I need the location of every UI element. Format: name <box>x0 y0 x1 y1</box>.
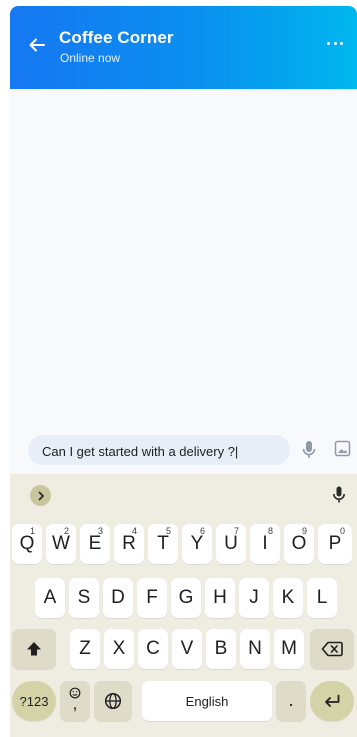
on-screen-keyboard: Q1 W2 E3 R4 T5 Y6 U7 I8 O9 P0 A S D F G … <box>10 474 357 737</box>
key-l[interactable]: L <box>307 578 337 618</box>
key-r[interactable]: R4 <box>114 524 144 564</box>
online-status: Online now <box>60 51 121 65</box>
key-v[interactable]: V <box>172 629 202 669</box>
key-a[interactable]: A <box>35 578 65 618</box>
language-key[interactable] <box>94 681 132 721</box>
key-c[interactable]: C <box>138 629 168 669</box>
key-m[interactable]: M <box>274 629 304 669</box>
key-i[interactable]: I8 <box>250 524 280 564</box>
message-input[interactable]: Can I get started with a delivery ?| <box>28 435 290 465</box>
key-e[interactable]: E3 <box>80 524 110 564</box>
key-n[interactable]: N <box>240 629 270 669</box>
key-g[interactable]: G <box>171 578 201 618</box>
keyboard-expand-icon[interactable] <box>30 485 51 506</box>
shift-icon <box>27 642 41 656</box>
key-t[interactable]: T5 <box>148 524 178 564</box>
backspace-key[interactable] <box>310 629 354 669</box>
key-y[interactable]: Y6 <box>182 524 212 564</box>
space-bar[interactable]: English <box>142 681 272 721</box>
message-list[interactable] <box>10 89 357 427</box>
enter-arrow-icon <box>325 694 340 707</box>
image-attach-icon[interactable] <box>334 440 351 457</box>
key-p[interactable]: P0 <box>318 524 352 564</box>
key-s[interactable]: S <box>69 578 99 618</box>
comma-label: , <box>72 694 78 713</box>
more-options-icon[interactable] <box>327 38 343 48</box>
enter-key[interactable] <box>310 681 354 721</box>
key-u[interactable]: U7 <box>216 524 246 564</box>
globe-icon <box>104 692 122 710</box>
key-j[interactable]: J <box>239 578 269 618</box>
key-w[interactable]: W2 <box>46 524 76 564</box>
microphone-icon[interactable] <box>301 439 317 461</box>
key-x[interactable]: X <box>104 629 134 669</box>
symbols-key[interactable]: ?123 <box>12 681 56 721</box>
back-arrow-icon[interactable] <box>26 34 48 56</box>
chat-title: Coffee Corner <box>59 28 174 47</box>
chat-header: Coffee Corner Online now <box>10 6 357 89</box>
backspace-icon <box>321 641 343 657</box>
key-q[interactable]: Q1 <box>12 524 42 564</box>
key-o[interactable]: O9 <box>284 524 314 564</box>
key-h[interactable]: H <box>205 578 235 618</box>
key-b[interactable]: B <box>206 629 236 669</box>
key-k[interactable]: K <box>273 578 303 618</box>
chat-screen: Coffee Corner Online now Can I get start… <box>10 6 357 737</box>
key-z[interactable]: Z <box>70 629 100 669</box>
emoji-comma-key[interactable]: , <box>60 681 90 721</box>
voice-input-icon[interactable] <box>331 485 347 505</box>
shift-key[interactable] <box>12 629 56 669</box>
message-composer: Can I get started with a delivery ?| <box>10 427 357 474</box>
period-key[interactable]: . <box>276 681 306 721</box>
key-d[interactable]: D <box>103 578 133 618</box>
key-f[interactable]: F <box>137 578 167 618</box>
